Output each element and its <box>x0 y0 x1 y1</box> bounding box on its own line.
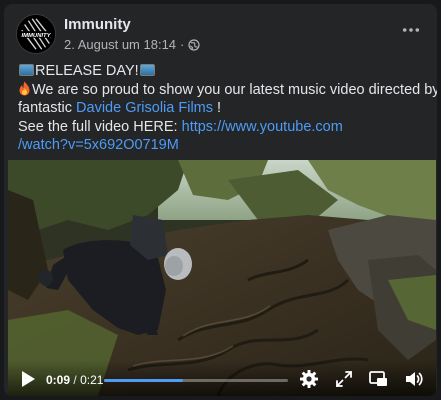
more-options-button[interactable] <box>399 18 423 42</box>
expand-icon <box>336 371 352 387</box>
picture-in-picture-icon <box>369 371 387 386</box>
davide-grisolia-link[interactable]: Davide Grisolia Films <box>76 100 213 116</box>
avatar[interactable]: IMMUNITY <box>16 14 56 54</box>
duration: 0:21 <box>80 373 104 387</box>
post-text-line-1: RELEASE DAY! <box>18 62 433 81</box>
picture-in-picture-button[interactable] <box>368 369 388 389</box>
tv-emoji-icon <box>19 64 34 76</box>
time-separator: / <box>73 373 77 387</box>
gear-icon <box>300 370 318 388</box>
fire-emoji-icon <box>19 81 30 95</box>
play-icon <box>22 371 35 387</box>
post-text-line-3: fantastic Davide Grisolia Films ! <box>18 100 222 116</box>
current-time: 0:09 <box>46 373 71 387</box>
globe-icon[interactable] <box>188 38 200 51</box>
post-text-line-5: /watch?v=5x692O0719M <box>18 136 433 155</box>
youtube-link[interactable]: https://www.youtube.com <box>182 119 343 135</box>
volume-button[interactable] <box>404 369 424 389</box>
time-display: 0:09 / 0:21 <box>46 373 103 387</box>
video-controls: 0:09 / 0:21 <box>8 360 436 396</box>
youtube-link-continued[interactable]: /watch?v=5x692O0719M <box>18 137 179 153</box>
immunity-logo: IMMUNITY <box>17 15 55 53</box>
post-text-line-4: See the full video HERE: https://www.you… <box>18 118 343 135</box>
page-name-link[interactable]: Immunity <box>64 16 131 33</box>
post-text: RELEASE DAY! We are so proud to show you… <box>18 62 437 155</box>
tv-emoji-icon <box>139 64 155 76</box>
volume-icon <box>406 372 423 386</box>
meta-separator: · <box>180 37 185 52</box>
fullscreen-button[interactable] <box>334 369 354 389</box>
settings-button[interactable] <box>299 369 319 389</box>
video-player[interactable]: 0:09 / 0:21 <box>8 160 436 396</box>
more-horizontal-icon <box>402 28 420 32</box>
post-header: IMMUNITY Immunity 2. August um 18:14 · <box>4 4 437 56</box>
play-button[interactable] <box>20 370 36 388</box>
progress-fill <box>104 379 184 382</box>
avatar-logo-text: IMMUNITY <box>21 33 51 39</box>
post-card: IMMUNITY Immunity 2. August um 18:14 · R… <box>4 4 437 396</box>
post-timestamp[interactable]: 2. August um 18:14 <box>64 37 176 52</box>
post-meta: 2. August um 18:14 · <box>64 37 200 52</box>
post-text-line-2: We are so proud to show you our latest m… <box>18 81 437 100</box>
progress-bar[interactable] <box>104 379 288 382</box>
